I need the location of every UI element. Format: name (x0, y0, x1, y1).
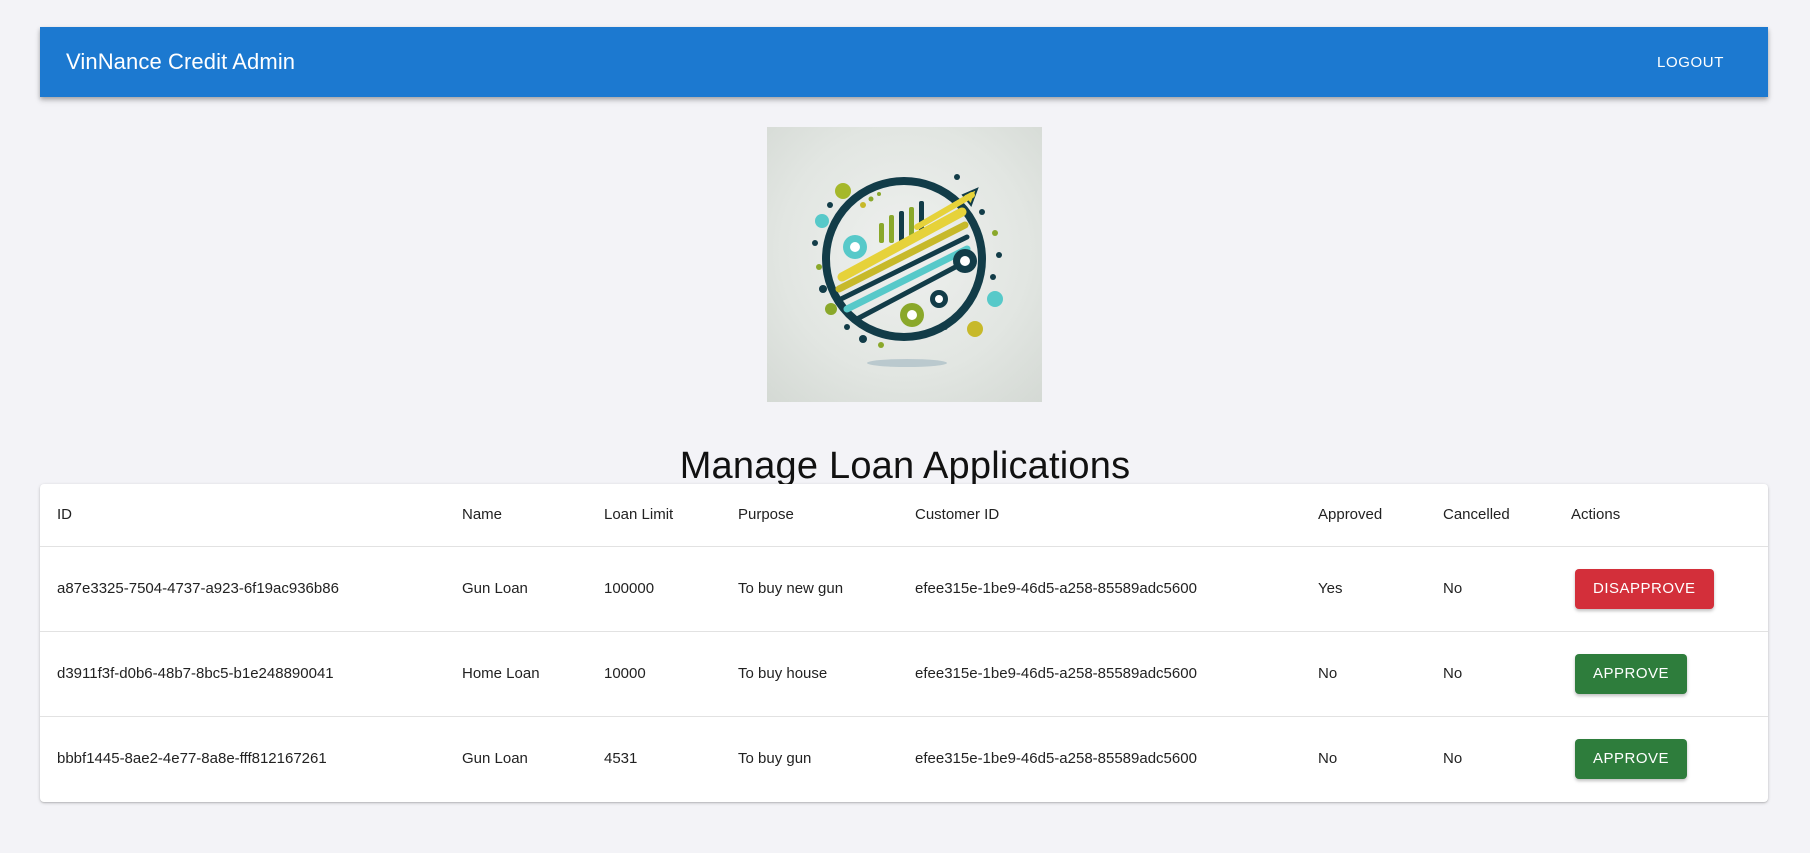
table-row: d3911f3f-d0b6-48b7-8bc5-b1e248890041 Hom… (40, 631, 1768, 716)
cell-id: a87e3325-7504-4737-a923-6f19ac936b86 (57, 580, 339, 597)
table-row: bbbf1445-8ae2-4e77-8a8e-fff812167261 Gun… (40, 716, 1768, 801)
cell-customer-id: efee315e-1be9-46d5-a258-85589adc5600 (915, 665, 1197, 682)
column-header-loan-limit[interactable]: Loan Limit (587, 484, 721, 546)
column-header-approved[interactable]: Approved (1301, 484, 1426, 546)
cell-approved: Yes (1318, 580, 1343, 597)
logout-button[interactable]: LOGOUT (1647, 46, 1734, 79)
cell-cancelled: No (1443, 665, 1463, 682)
column-header-purpose[interactable]: Purpose (721, 484, 898, 546)
cell-id: bbbf1445-8ae2-4e77-8a8e-fff812167261 (57, 750, 327, 768)
approve-button[interactable]: APPROVE (1575, 738, 1688, 779)
cell-loan-limit: 4531 (604, 750, 638, 768)
disapprove-button[interactable]: DISAPPROVE (1575, 568, 1714, 609)
column-header-cancelled[interactable]: Cancelled (1426, 484, 1554, 546)
loan-applications-table: ID Name Loan Limit Purpose Customer ID A… (40, 484, 1768, 802)
cell-approved: No (1318, 750, 1338, 768)
app-title: VinNance Credit Admin (66, 49, 296, 74)
column-header-name[interactable]: Name (445, 484, 587, 546)
cell-loan-limit: 10000 (604, 665, 646, 682)
cell-actions: APPROVE (1554, 631, 1768, 716)
table-header-row: ID Name Loan Limit Purpose Customer ID A… (40, 484, 1768, 546)
cell-approved: No (1318, 665, 1338, 682)
cell-purpose: To buy new gun (738, 580, 844, 597)
table-row: a87e3325-7504-4737-a923-6f19ac936b86 Gun… (40, 546, 1768, 631)
cell-loan-limit: 100000 (604, 580, 655, 597)
column-header-actions: Actions (1571, 506, 1621, 524)
app-logo (767, 127, 1042, 402)
cell-cancelled: No (1443, 750, 1463, 768)
cell-name: Home Loan (462, 665, 540, 682)
cell-customer-id: efee315e-1be9-46d5-a258-85589adc5600 (915, 580, 1197, 597)
page-title: Manage Loan Applications (679, 445, 1131, 488)
cell-actions: DISAPPROVE (1554, 546, 1768, 631)
cell-cancelled: No (1443, 580, 1463, 597)
cell-name: Gun Loan (462, 580, 528, 597)
column-header-customer-id[interactable]: Customer ID (898, 484, 1301, 546)
cell-actions: APPROVE (1554, 716, 1768, 801)
cell-customer-id: efee315e-1be9-46d5-a258-85589adc5600 (915, 750, 1197, 768)
app-bar: VinNance Credit Admin LOGOUT (40, 27, 1768, 97)
cell-id: d3911f3f-d0b6-48b7-8bc5-b1e248890041 (57, 665, 334, 682)
approve-button[interactable]: APPROVE (1575, 653, 1688, 694)
cell-name: Gun Loan (462, 750, 528, 768)
column-header-id[interactable]: ID (40, 484, 445, 546)
cell-purpose: To buy house (738, 665, 828, 682)
finance-growth-logo-icon (812, 174, 1003, 367)
cell-purpose: To buy gun (738, 750, 812, 768)
